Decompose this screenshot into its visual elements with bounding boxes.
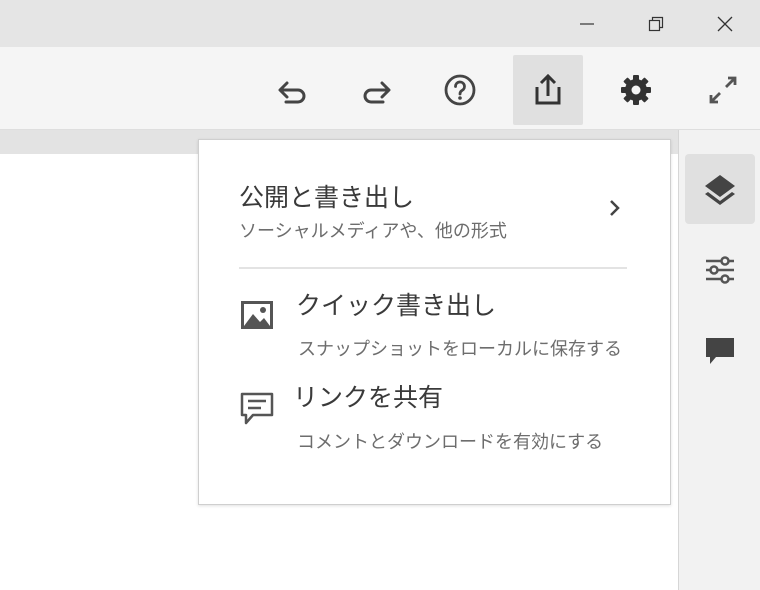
adjustments-button[interactable] [685, 235, 755, 305]
close-icon [717, 16, 733, 31]
restore-button[interactable] [633, 0, 679, 47]
quick-export-title: クイック書き出し [296, 291, 497, 320]
sliders-icon [706, 256, 734, 284]
comments-button[interactable] [685, 316, 755, 386]
help-circle-icon [444, 74, 476, 106]
undo-icon [278, 81, 306, 104]
minimize-button[interactable] [564, 0, 610, 47]
redo-icon [363, 81, 391, 104]
side-panel [678, 130, 760, 590]
expand-icon [709, 76, 737, 104]
title-bar [0, 0, 760, 47]
layers-icon [705, 175, 735, 205]
layers-button[interactable] [685, 154, 755, 224]
undo-button[interactable] [256, 55, 326, 125]
share-link-subtitle: コメントとダウンロードを有効にする [297, 432, 604, 453]
share-button[interactable] [513, 55, 583, 125]
quick-export-subtitle: スナップショットをローカルに保存する [298, 339, 622, 360]
publish-export-subtitle: ソーシャルメディアや、他の形式 [239, 221, 507, 242]
publish-export-item[interactable]: 公開と書き出し ソーシャルメディアや、他の形式 [199, 168, 670, 244]
quick-export-item[interactable]: クイック書き出し スナップショットをローカルに保存する [199, 283, 670, 361]
image-icon [241, 301, 273, 329]
redo-button[interactable] [343, 55, 413, 125]
settings-button[interactable] [601, 55, 671, 125]
comment-icon [706, 338, 734, 364]
share-export-icon [535, 73, 561, 105]
share-link-item[interactable]: リンクを共有 コメントとダウンロードを有効にする [199, 376, 670, 454]
close-button[interactable] [702, 0, 748, 47]
toolbar [0, 47, 760, 130]
chevron-right-icon [610, 200, 620, 216]
gear-icon [621, 75, 651, 105]
help-button[interactable] [425, 55, 495, 125]
minimize-icon [580, 22, 594, 25]
share-link-title: リンクを共有 [293, 383, 444, 412]
restore-icon [648, 16, 664, 31]
fullscreen-button[interactable] [688, 55, 758, 125]
share-menu: 公開と書き出し ソーシャルメディアや、他の形式 クイック書き出し スナップショッ… [198, 139, 671, 505]
publish-export-title: 公開と書き出し [239, 183, 415, 212]
menu-divider [239, 267, 627, 269]
comment-outline-icon [240, 392, 274, 425]
